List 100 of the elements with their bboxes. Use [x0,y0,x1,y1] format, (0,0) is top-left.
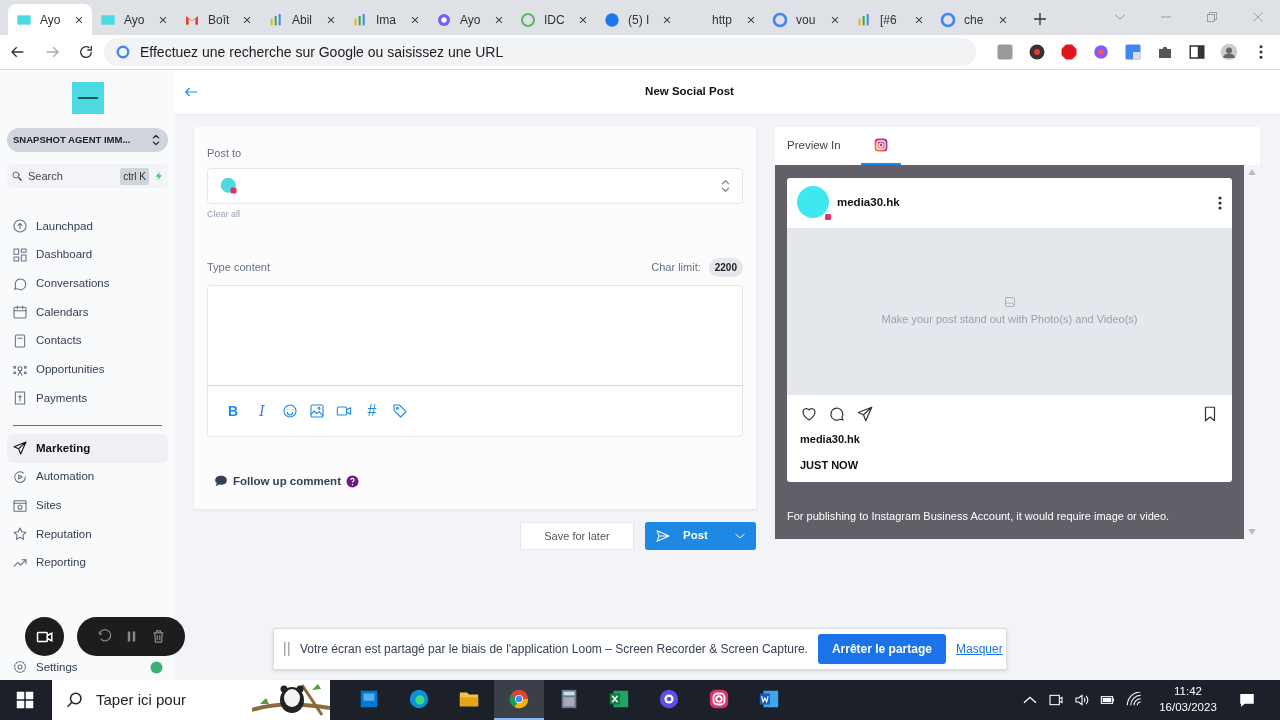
tag-icon[interactable] [392,402,408,419]
caption-account: media30.hk [799,432,861,447]
browser-tab[interactable]: Abil [260,4,344,35]
nav-item[interactable]: Conversations [7,269,168,299]
close-icon[interactable] [914,14,924,25]
nav-item[interactable]: Sites [7,491,168,520]
nav-item[interactable]: Contacts [7,326,168,356]
browser-tab[interactable]: vou [764,4,848,35]
receipt-icon [12,390,28,407]
more-icon[interactable] [1218,196,1222,210]
windows-icon[interactable] [16,691,34,709]
spreadsheet-icon[interactable] [608,688,630,710]
close-icon[interactable] [998,14,1008,25]
nav-item[interactable]: Opportunities [7,355,168,385]
settings-link[interactable]: Settings [36,658,142,676]
sort-icon [721,179,730,192]
gear-icon[interactable] [12,659,28,676]
star-icon [12,526,28,543]
notebook-icon [12,333,28,350]
search-icon [66,691,84,709]
browser-tab[interactable]: Ayo [428,4,512,35]
comment-icon[interactable] [828,405,846,423]
nav-item[interactable]: Reputation [7,519,168,549]
sidepanel-icon[interactable] [1188,43,1206,61]
play-circle-icon [12,468,28,485]
browser-icon[interactable] [508,688,530,710]
hashtag-button[interactable]: # [363,401,381,420]
browser-tab[interactable]: Ima [344,4,428,35]
stop-icon[interactable] [1060,43,1078,61]
emoji-icon[interactable] [282,402,298,419]
google-icon [116,45,130,59]
bold-button[interactable]: B [224,401,242,420]
browser-tab[interactable]: (5) I [596,4,680,35]
media-hint: Make your post stand out with Photo(s) and Video(s) [881,311,1138,327]
nav-item[interactable]: Dashboard [7,240,168,270]
save-for-later-button[interactable]: Save for later [520,522,634,550]
browser-tab[interactable]: [#6 [848,4,932,35]
help-icon[interactable] [346,474,359,488]
account-switcher[interactable]: SNAPSHOT AGENT IMM... [7,128,168,152]
avatar-icon[interactable] [1220,43,1238,61]
browser-tab[interactable]: http [680,4,764,35]
ring-icon [940,11,956,28]
address-bar[interactable]: Effectuez une recherche sur Google ou saisissez une URL [104,38,976,66]
close-icon[interactable] [410,14,420,25]
document-icon[interactable] [758,688,780,710]
hide-link[interactable]: Masquer [955,640,1003,658]
close-icon[interactable] [158,14,168,25]
nav-item[interactable]: Automation [7,462,168,492]
back-icon[interactable] [10,44,26,60]
app-icon[interactable] [358,688,380,710]
close-icon[interactable] [74,14,84,25]
wifi-icon[interactable] [1126,692,1142,708]
share-message: Votre écran est partagé par le biais de l'application Loom – Screen Recorder & Screen Capture. [300,641,808,658]
extension-icon[interactable] [1028,43,1046,61]
speech-bubble-icon [214,474,228,489]
post-button[interactable]: Post [645,522,756,550]
taskbar-search[interactable]: Taper ici pour [52,680,330,720]
nav-item[interactable]: Reporting [7,548,168,578]
clock[interactable]: 11:42 16/03/2023 [1152,684,1224,716]
grid-icon [12,247,28,264]
circle-icon [604,11,620,28]
flower-icon[interactable] [658,688,680,710]
close-icon[interactable] [494,14,504,25]
nav-item[interactable]: Marketing [7,433,168,463]
speaker-icon[interactable] [1074,692,1090,708]
nav-item[interactable]: Payments [7,384,168,413]
image-icon[interactable] [309,402,325,419]
instagram-icon[interactable] [708,688,730,710]
close-icon[interactable] [578,14,588,25]
close-icon[interactable] [242,14,252,25]
logo [71,82,104,114]
nav-item[interactable]: Calendars [7,298,168,327]
browser-tab[interactable]: Ayo [8,4,92,35]
browser-tab[interactable]: IDC [512,4,596,35]
chat-icon [12,275,28,292]
nav-item[interactable]: Launchpad [7,212,168,241]
italic-button[interactable]: I [253,401,271,420]
plus-icon[interactable] [1032,11,1048,27]
stop-sharing-button[interactable]: Arrêter le partage [817,634,946,664]
send-icon [655,528,671,544]
notification-icon[interactable] [1238,691,1256,709]
close-icon[interactable] [326,14,336,25]
sort-icon [152,134,160,146]
send-icon[interactable] [856,405,874,423]
browser-tab[interactable]: Ayo [92,4,176,35]
code-icon[interactable] [996,43,1014,61]
close-icon[interactable] [746,14,756,25]
meeting-icon[interactable] [1048,692,1064,708]
reload-icon[interactable] [78,44,94,60]
close-icon[interactable] [830,14,840,25]
browser-tab[interactable]: che [932,4,1016,35]
close-icon[interactable] [662,14,672,25]
search-field[interactable]: Search ctrl K [7,164,168,188]
translate-icon[interactable] [1124,43,1142,61]
undo-icon[interactable] [96,629,112,644]
browser-icon[interactable] [408,688,430,710]
drag-handle-icon[interactable] [284,642,290,656]
chart-icon [268,11,284,28]
heart-icon[interactable] [800,405,818,423]
browser-tab[interactable]: Boît [176,4,260,35]
